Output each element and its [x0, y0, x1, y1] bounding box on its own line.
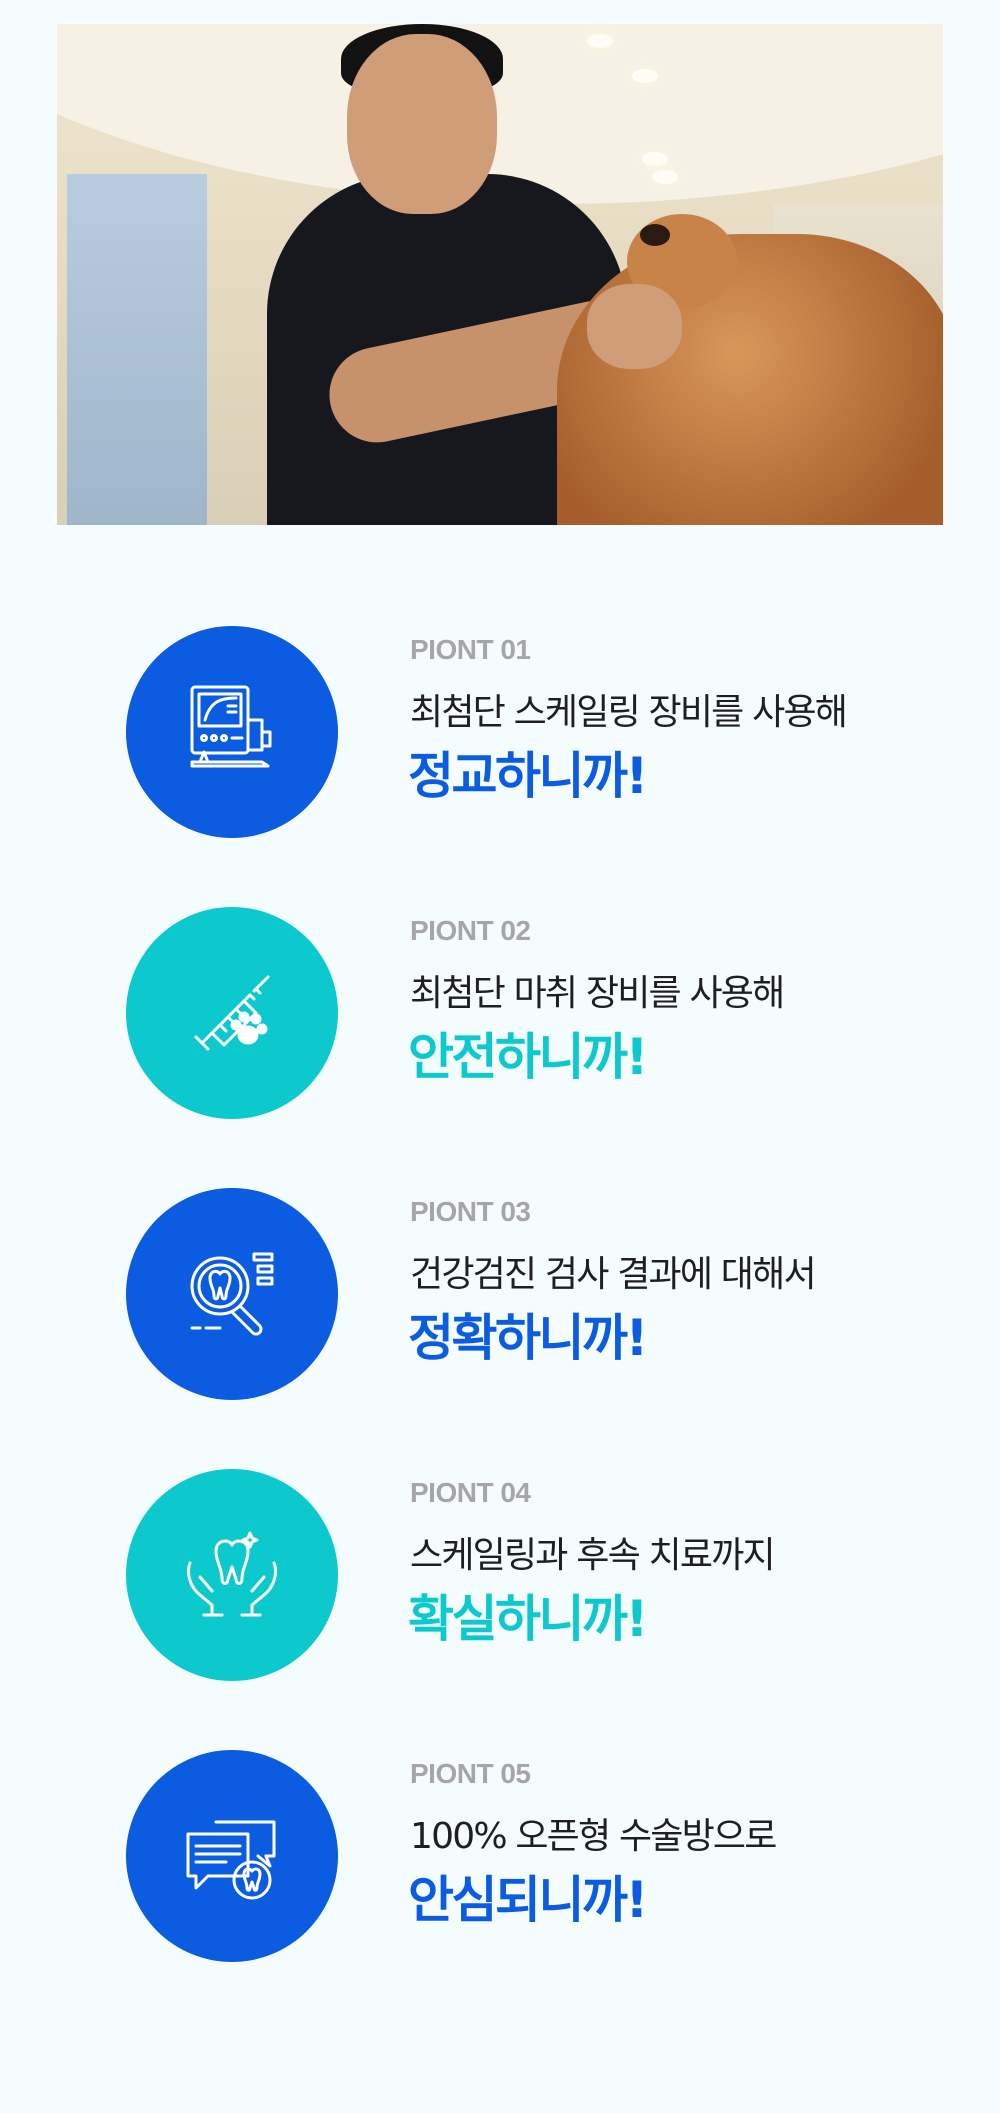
point-label: PIONT 02 [410, 915, 531, 946]
point-icon-circle [126, 626, 338, 838]
point-description: 건강검진 검사 결과에 대해서 [410, 1254, 817, 1295]
point-icon-circle [126, 1750, 338, 1962]
point-highlight: 확실하니까! [408, 1590, 648, 1648]
syringe-paw-icon [194, 975, 270, 1051]
point-label: PIONT 03 [410, 1196, 531, 1227]
hero-photo [57, 24, 943, 525]
point-highlight: 안전하니까! [408, 1028, 648, 1086]
point-description: 스케일링과 후속 치료까지 [410, 1535, 776, 1576]
point-icon-circle [126, 1469, 338, 1681]
point-item: PIONT 01 최첨단 스케일링 장비를 사용해 정교하니까! [0, 626, 1000, 846]
point-description: 100% 오픈형 수술방으로 [410, 1816, 777, 1857]
point-highlight: 안심되니까! [408, 1871, 648, 1929]
point-highlight: 정확하니까! [408, 1309, 648, 1367]
point-item: PIONT 05 100% 오픈형 수술방으로 안심되니까! [0, 1750, 1000, 1970]
point-item: PIONT 03 건강검진 검사 결과에 대해서 정확하니까! [0, 1188, 1000, 1408]
chat-tooth-icon [186, 1820, 276, 1900]
page: PIONT 01 최첨단 스케일링 장비를 사용해 정교하니까! PIONT 0… [0, 0, 1000, 2113]
point-item: PIONT 02 최첨단 마취 장비를 사용해 안전하니까! [0, 907, 1000, 1127]
point-item: PIONT 04 스케일링과 후속 치료까지 확실하니까! [0, 1469, 1000, 1689]
point-icon-circle [126, 1188, 338, 1400]
hands-tooth-icon [186, 1531, 278, 1617]
point-highlight: 정교하니까! [408, 747, 648, 805]
point-description: 최첨단 마취 장비를 사용해 [410, 973, 785, 1014]
point-label: PIONT 01 [410, 634, 531, 665]
point-icon-circle [126, 907, 338, 1119]
scaling-machine-icon [190, 685, 272, 768]
point-label: PIONT 04 [410, 1477, 531, 1508]
point-label: PIONT 05 [410, 1758, 531, 1789]
point-description: 최첨단 스케일링 장비를 사용해 [410, 692, 848, 733]
tooth-magnifier-icon [190, 1252, 274, 1336]
